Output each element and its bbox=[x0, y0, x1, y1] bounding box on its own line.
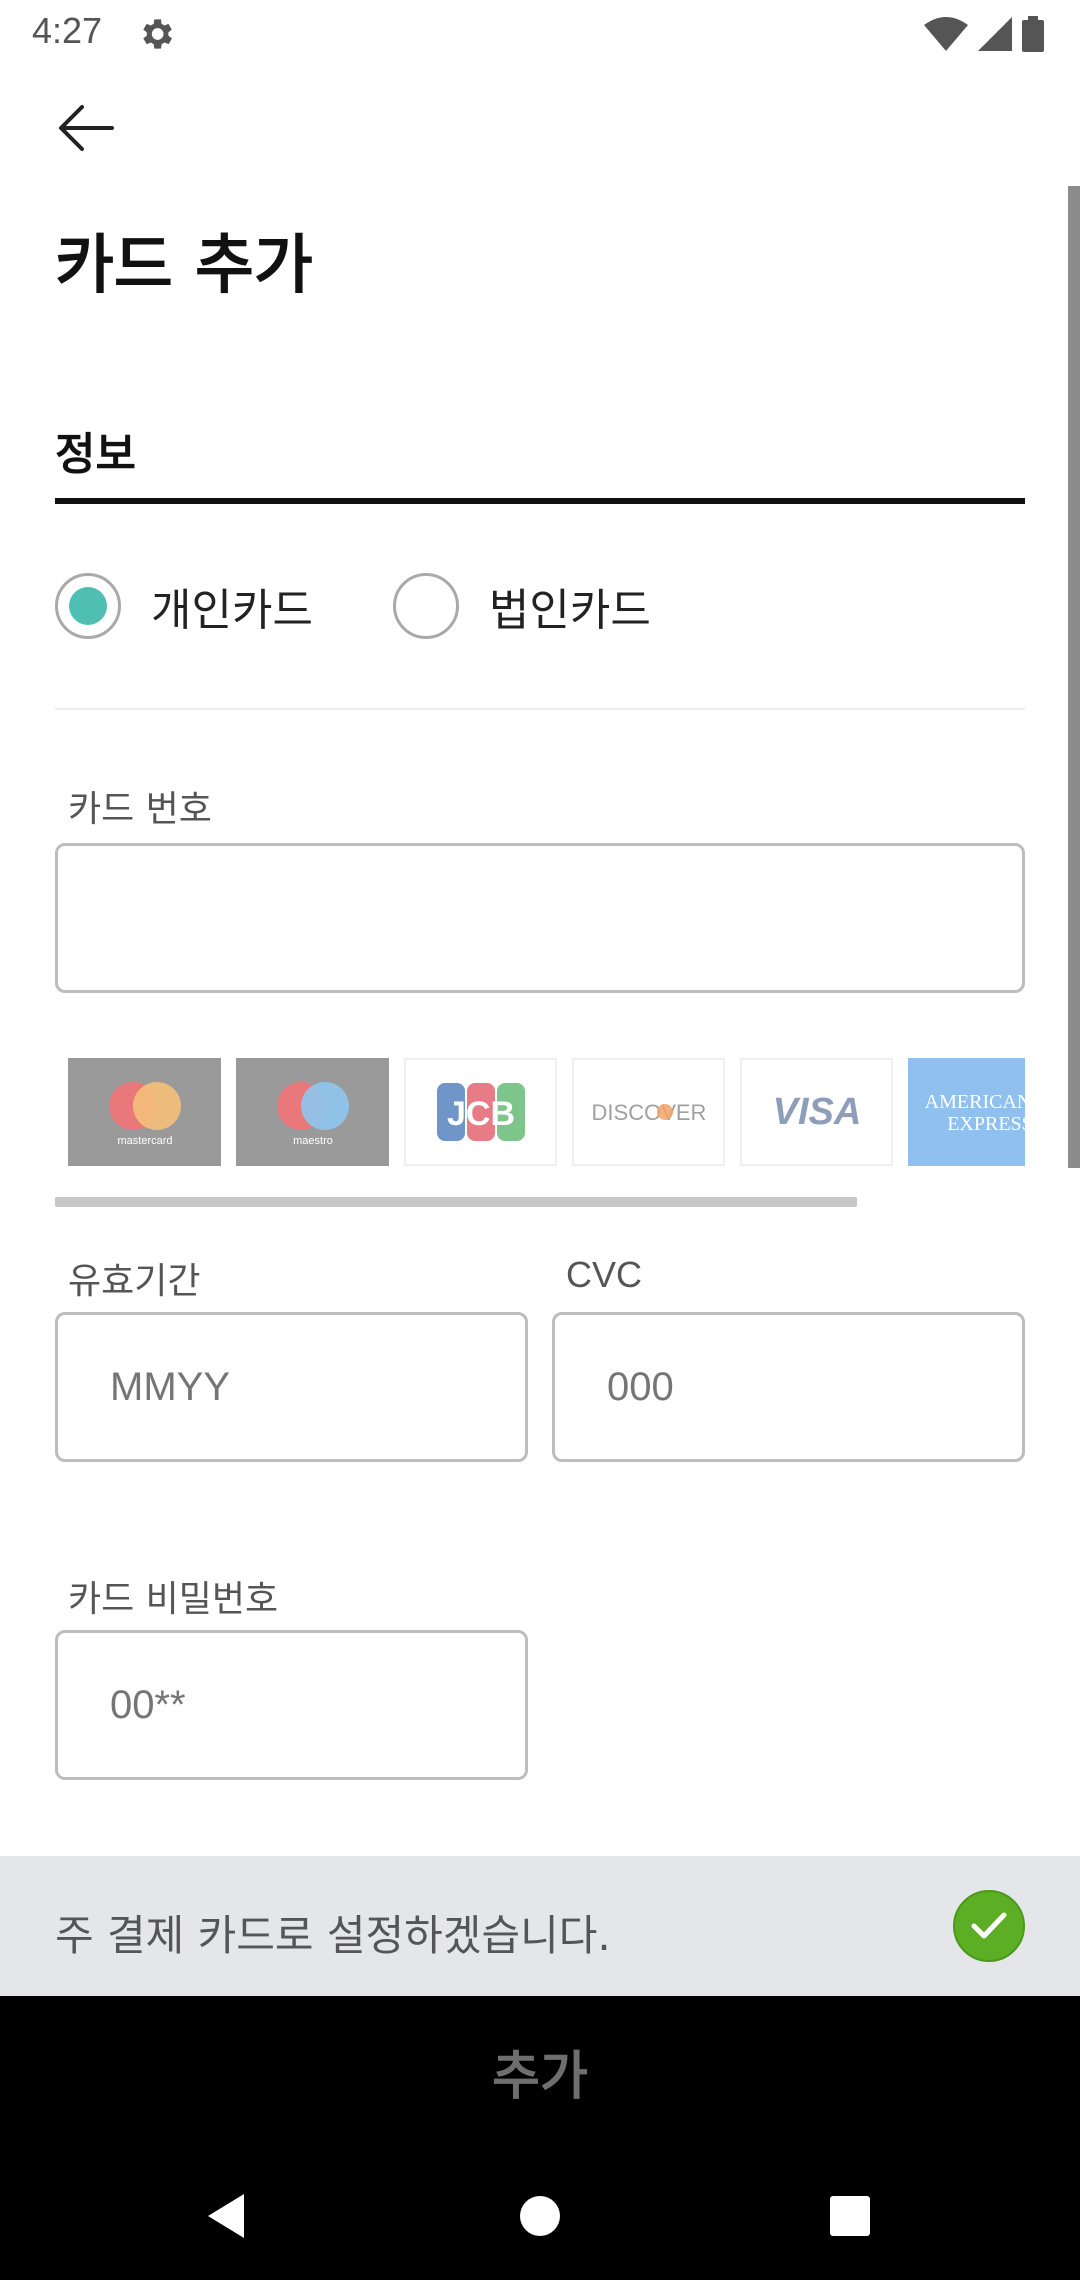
maestro-logo: maestro bbox=[236, 1058, 389, 1166]
primary-card-row[interactable]: 주 결제 카드로 설정하겠습니다. bbox=[0, 1856, 1080, 1996]
settings-gear-icon bbox=[143, 19, 172, 49]
card-brand-logos[interactable]: mastercard maestro JCB DISCOVER VISA AME… bbox=[68, 1058, 1025, 1168]
radio-corporate-card[interactable]: 법인카드 bbox=[392, 573, 651, 639]
section-title: 정보 bbox=[55, 429, 136, 480]
status-time: 4:27 bbox=[32, 10, 103, 51]
expiry-label: 유효기간 bbox=[68, 1261, 201, 1302]
radio-circle-unselected bbox=[392, 573, 459, 639]
back-arrow-icon bbox=[59, 105, 114, 151]
expiry-input[interactable] bbox=[55, 1312, 528, 1462]
section-underline bbox=[55, 498, 1025, 504]
radio-selected-dot bbox=[69, 587, 107, 625]
discover-text: DISCOVER bbox=[591, 1100, 706, 1125]
visa-logo: VISA bbox=[740, 1058, 893, 1166]
radio-circle-selected bbox=[55, 573, 121, 639]
card-password-label: 카드 비밀번호 bbox=[68, 1579, 279, 1620]
add-card-button[interactable]: 추가 bbox=[0, 1996, 1080, 2146]
radio-personal-card[interactable]: 개인카드 bbox=[55, 573, 313, 639]
nav-back-button[interactable] bbox=[186, 2176, 266, 2256]
maestro-text: maestro bbox=[293, 1135, 333, 1147]
discover-logo: DISCOVER bbox=[572, 1058, 725, 1166]
page-scrollbar[interactable] bbox=[1068, 186, 1080, 1168]
wifi-icon bbox=[924, 17, 968, 51]
nav-home-circle-icon bbox=[520, 2196, 560, 2236]
jcb-text: JCB bbox=[446, 1095, 514, 1133]
battery-icon bbox=[1022, 16, 1044, 52]
cvc-input[interactable] bbox=[552, 1312, 1025, 1462]
logo-strip-scrollbar[interactable] bbox=[55, 1197, 857, 1207]
amex-text-line2: EXPRESS bbox=[947, 1113, 1025, 1135]
mastercard-logo: mastercard bbox=[68, 1058, 221, 1166]
primary-card-checkbox[interactable] bbox=[953, 1890, 1025, 1962]
cellular-signal-icon bbox=[978, 17, 1012, 51]
nav-recents-square-icon bbox=[830, 2196, 870, 2236]
card-number-label: 카드 번호 bbox=[68, 789, 212, 830]
mastercard-text: mastercard bbox=[117, 1135, 172, 1147]
amex-logo: AMERICAN EXPRESS bbox=[908, 1058, 1025, 1166]
radio-label-corporate: 법인카드 bbox=[488, 585, 651, 636]
system-navigation-bar bbox=[0, 2146, 1080, 2280]
divider bbox=[55, 708, 1025, 710]
page-title: 카드 추가 bbox=[55, 229, 313, 303]
primary-card-text: 주 결제 카드로 설정하겠습니다. bbox=[55, 1911, 611, 1960]
status-icons bbox=[924, 14, 1044, 54]
checkmark-icon bbox=[971, 1912, 1007, 1939]
status-bar: 4:27 bbox=[0, 0, 1080, 66]
radio-label-personal: 개인카드 bbox=[151, 585, 313, 636]
card-password-input[interactable] bbox=[55, 1630, 528, 1780]
cvc-label: CVC bbox=[566, 1254, 643, 1295]
jcb-logo: JCB bbox=[404, 1058, 557, 1166]
amex-text-line1: AMERICAN bbox=[925, 1091, 1025, 1113]
visa-text: VISA bbox=[772, 1091, 861, 1133]
nav-recents-button[interactable] bbox=[810, 2176, 890, 2256]
add-card-button-label: 추가 bbox=[492, 2046, 588, 2107]
back-button[interactable] bbox=[50, 92, 122, 164]
card-number-input[interactable] bbox=[55, 843, 1025, 993]
card-type-radio-group: 개인카드 법인카드 bbox=[55, 572, 731, 640]
nav-home-button[interactable] bbox=[500, 2176, 580, 2256]
nav-back-triangle-icon bbox=[208, 2194, 244, 2238]
